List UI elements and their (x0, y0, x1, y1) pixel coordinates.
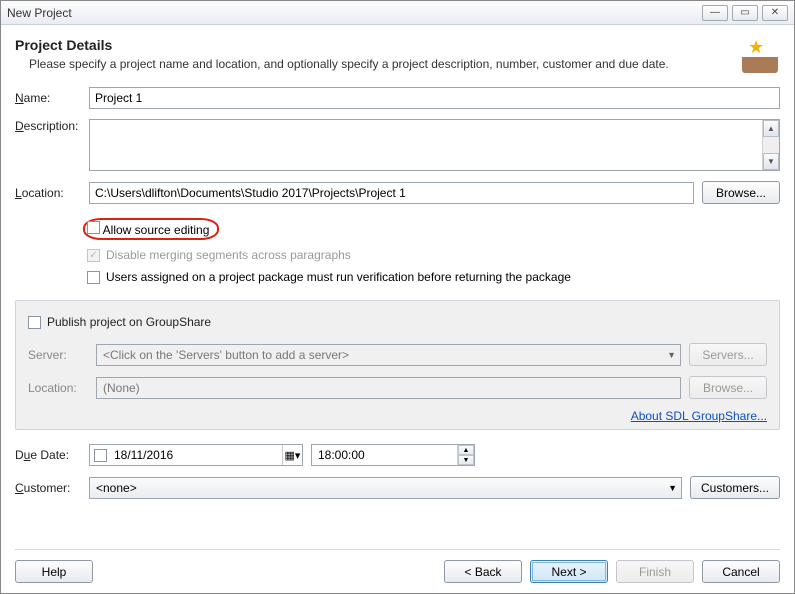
customer-label: Customer: (15, 481, 81, 495)
finish-button: Finish (616, 560, 694, 583)
page-subtitle: Please specify a project name and locati… (29, 57, 728, 71)
maximize-button[interactable]: ▭ (732, 5, 758, 21)
help-button[interactable]: Help (15, 560, 93, 583)
publish-groupshare-label: Publish project on GroupShare (47, 315, 211, 329)
chevron-down-icon: ▼ (667, 350, 676, 360)
gs-location-label: Location: (28, 381, 88, 395)
location-input[interactable] (89, 182, 694, 204)
scroll-up-icon[interactable]: ▲ (763, 120, 779, 137)
publish-groupshare-checkbox[interactable] (28, 316, 41, 329)
server-placeholder: <Click on the 'Servers' button to add a … (103, 348, 349, 362)
titlebar: New Project — ▭ ✕ (1, 1, 794, 25)
customers-button[interactable]: Customers... (690, 476, 780, 499)
due-time-value[interactable]: 18:00:00 (318, 448, 457, 462)
gs-location-value: (None) (103, 381, 140, 395)
due-date-picker[interactable]: 18/11/2016 ▦▾ (89, 444, 303, 466)
calendar-icon[interactable]: ▦▾ (282, 445, 302, 465)
due-time-picker[interactable]: 18:00:00 ▲ ▼ (311, 444, 475, 466)
groupshare-panel: Publish project on GroupShare Server: <C… (15, 300, 780, 430)
gs-location-field: (None) (96, 377, 681, 399)
servers-button: Servers... (689, 343, 767, 366)
disable-merging-checkbox: ✓ (87, 249, 100, 262)
name-input[interactable] (89, 87, 780, 109)
about-groupshare-link[interactable]: About SDL GroupShare... (28, 409, 767, 423)
minimize-button[interactable]: — (702, 5, 728, 21)
gs-browse-button: Browse... (689, 376, 767, 399)
customer-value: <none> (96, 481, 137, 495)
description-scrollbar[interactable]: ▲ ▼ (762, 120, 779, 170)
due-date-label: Due Date: (15, 448, 81, 462)
allow-source-editing-label: Allow source editing (103, 223, 210, 237)
verify-package-checkbox[interactable] (87, 271, 100, 284)
browse-button[interactable]: Browse... (702, 181, 780, 204)
verify-package-label: Users assigned on a project package must… (106, 270, 571, 284)
cancel-button[interactable]: Cancel (702, 560, 780, 583)
scroll-down-icon[interactable]: ▼ (763, 153, 779, 170)
chevron-down-icon: ▼ (668, 483, 677, 493)
server-label: Server: (28, 348, 88, 362)
time-up-icon[interactable]: ▲ (458, 445, 474, 455)
close-button[interactable]: ✕ (762, 5, 788, 21)
location-label: Location: (15, 186, 81, 200)
server-combo: <Click on the 'Servers' button to add a … (96, 344, 681, 366)
due-date-value[interactable]: 18/11/2016 (110, 448, 282, 462)
description-input[interactable] (89, 119, 780, 171)
page-title: Project Details (15, 37, 728, 53)
time-down-icon[interactable]: ▼ (458, 455, 474, 465)
disable-merging-label: Disable merging segments across paragrap… (106, 248, 351, 262)
name-label: Name: (15, 91, 81, 105)
due-date-enable-checkbox[interactable] (94, 449, 107, 462)
next-button[interactable]: Next > (530, 560, 608, 583)
window-title: New Project (7, 6, 702, 20)
back-button[interactable]: < Back (444, 560, 522, 583)
customer-combo[interactable]: <none> ▼ (89, 477, 682, 499)
project-wizard-icon: ★ (738, 37, 780, 73)
allow-source-editing-checkbox[interactable] (87, 221, 100, 234)
description-label: Description: (15, 119, 81, 133)
